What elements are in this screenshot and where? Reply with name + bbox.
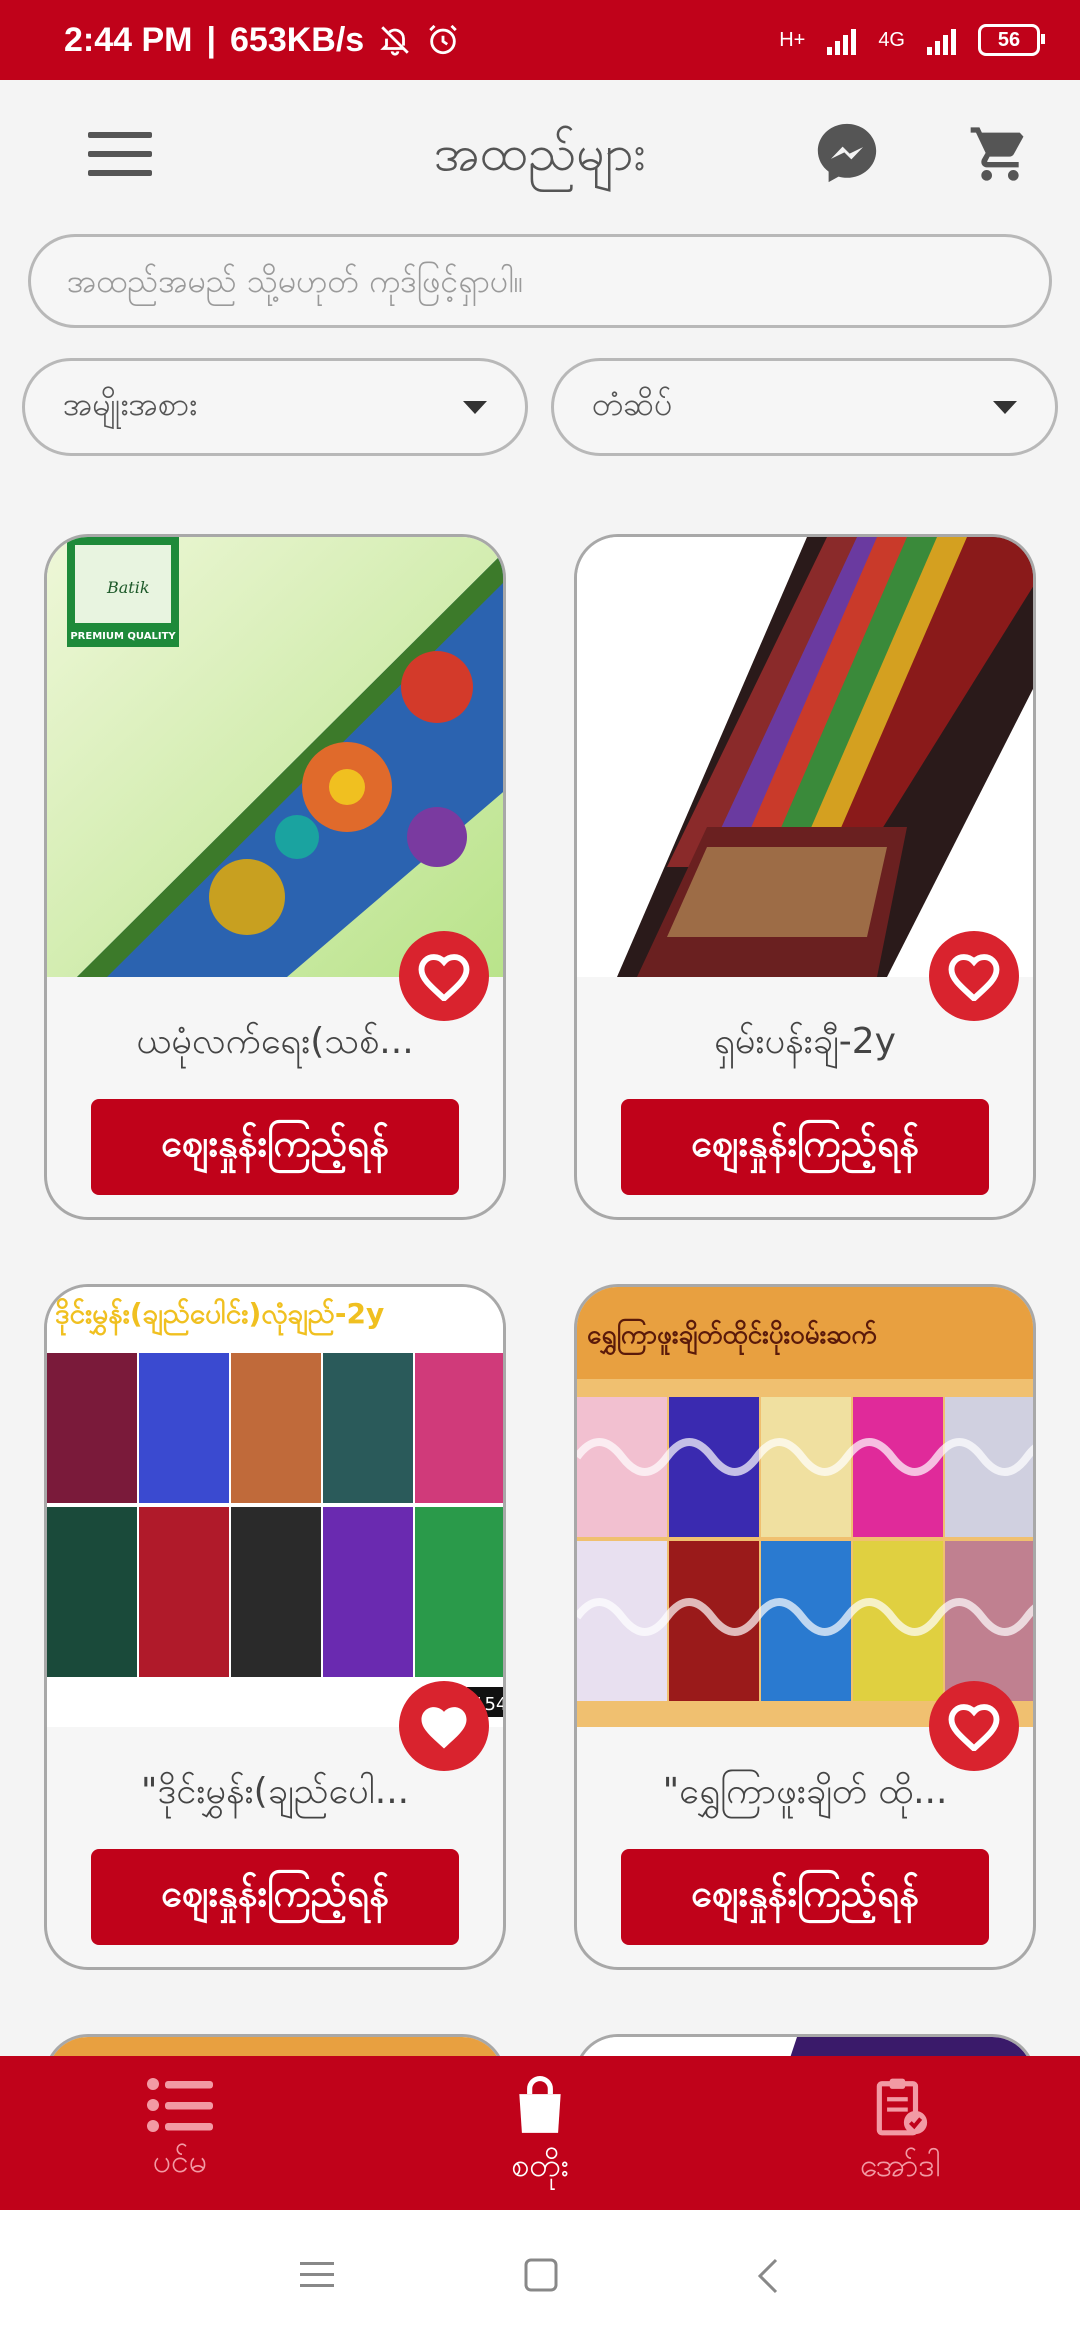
nav-label-store: စတိုး — [511, 2146, 569, 2184]
status-speed: 653KB/s — [230, 20, 365, 59]
product-name: ယမုံလက်ရေး(သစ်... — [136, 1021, 414, 1062]
app-header: အထည်များ — [0, 80, 1080, 230]
product-image-shan-pattern[interactable] — [577, 537, 1033, 977]
view-price-button[interactable]: ဈေးနှုန်းကြည့်ရန် — [621, 1849, 989, 1945]
list-icon — [147, 2078, 213, 2132]
view-price-button[interactable]: ဈေးနှုန်းကြည့်ရန် — [91, 1099, 459, 1195]
system-nav-bar — [0, 2210, 1080, 2340]
messenger-icon[interactable] — [812, 118, 882, 188]
signal-icon-2 — [927, 25, 956, 55]
battery-level: 56 — [997, 28, 1021, 51]
nav-label-orders: အော်ဒါ — [859, 2146, 941, 2184]
product-name: "ဒိုင်းမွှန်း(ချည်ပေါ... — [140, 1771, 410, 1812]
signal-icon-1 — [827, 25, 857, 55]
status-separator: | — [206, 20, 217, 59]
page-title: အထည်များ — [433, 124, 647, 182]
clipboard-check-icon — [876, 2078, 928, 2136]
brand-filter-dropdown[interactable]: တံဆိပ် — [551, 358, 1058, 456]
product-card[interactable]: ရွှေကြာဖူးချိတ်ထိုင်းပိုးဝမ်းဆက် "ရွှေကြ… — [574, 1284, 1036, 1970]
search-input[interactable] — [28, 234, 1052, 328]
product-name: ရှမ်းပန်းချီ-2y — [714, 1021, 896, 1062]
network-type-1: H+ — [779, 28, 806, 51]
favorite-heart-button[interactable] — [929, 931, 1019, 1021]
recent-apps-icon[interactable] — [300, 2260, 334, 2290]
nav-item-store[interactable]: စတိုး — [430, 2074, 650, 2192]
nav-label-home: ပင်မ — [152, 2142, 208, 2180]
favorite-heart-button[interactable] — [929, 1681, 1019, 1771]
category-filter-label: အမျိုးအစား — [63, 385, 198, 423]
home-icon[interactable] — [524, 2258, 558, 2292]
shopping-bag-icon — [519, 2076, 561, 2133]
nav-item-orders[interactable]: အော်ဒါ — [790, 2074, 1010, 2192]
product-image-silk-set[interactable]: ရွှေကြာဖူးချိတ်ထိုင်းပိုးဝမ်းဆက် — [577, 1287, 1033, 1727]
product-image-striped-longyi[interactable]: ဒိုင်းမွှန်း(ချည်ပေါင်း)လုံချည်-2y 154 — [47, 1287, 503, 1727]
status-bar: 2:44 PM | 653KB/s H+ 4G 56 — [0, 0, 1080, 80]
premium-quality-text: PREMIUM QUALITY — [70, 631, 176, 642]
brand-filter-label: တံဆိပ် — [592, 385, 673, 423]
status-right: H+ 4G 56 — [779, 24, 1045, 56]
batik-brand-text: Batik — [106, 578, 150, 597]
category-filter-dropdown[interactable]: အမျိုးအစား — [22, 358, 528, 456]
product-name: "ရွှေကြာဖူးချိတ် ထို... — [662, 1771, 948, 1812]
product-card[interactable]: ဒိုင်းမွှန်း(ချည်ပေါင်း)လုံချည်-2y 154 "… — [44, 1284, 506, 1970]
status-time: 2:44 PM — [64, 20, 193, 59]
network-type-2: 4G — [878, 28, 905, 51]
status-left: 2:44 PM | 653KB/s — [64, 21, 460, 60]
favorite-heart-button[interactable] — [399, 931, 489, 1021]
product-card[interactable]: ရှမ်းပန်းချီ-2y ဈေးနှုန်းကြည့်ရန် — [574, 534, 1036, 1220]
alarm-icon — [429, 24, 457, 55]
back-icon[interactable] — [756, 2258, 780, 2294]
bottom-nav: ပင်မ စတိုး အော်ဒါ — [0, 2056, 1080, 2210]
chevron-down-icon — [993, 400, 1017, 414]
product-image-batik[interactable]: Batik PREMIUM QUALITY — [47, 537, 503, 977]
chevron-down-icon — [463, 400, 487, 414]
nav-item-home[interactable]: ပင်မ — [70, 2074, 290, 2188]
favorite-heart-button[interactable] — [399, 1681, 489, 1771]
product-card[interactable]: Batik PREMIUM QUALITY ယမုံလက်ရေး(သစ်... … — [44, 534, 506, 1220]
cart-icon[interactable] — [968, 122, 1032, 186]
view-price-button[interactable]: ဈေးနှုန်းကြည့်ရန် — [91, 1849, 459, 1945]
battery-icon: 56 — [978, 24, 1045, 56]
mute-bell-icon — [380, 26, 409, 56]
view-price-button[interactable]: ဈေးနှုန်းကြည့်ရန် — [621, 1099, 989, 1195]
